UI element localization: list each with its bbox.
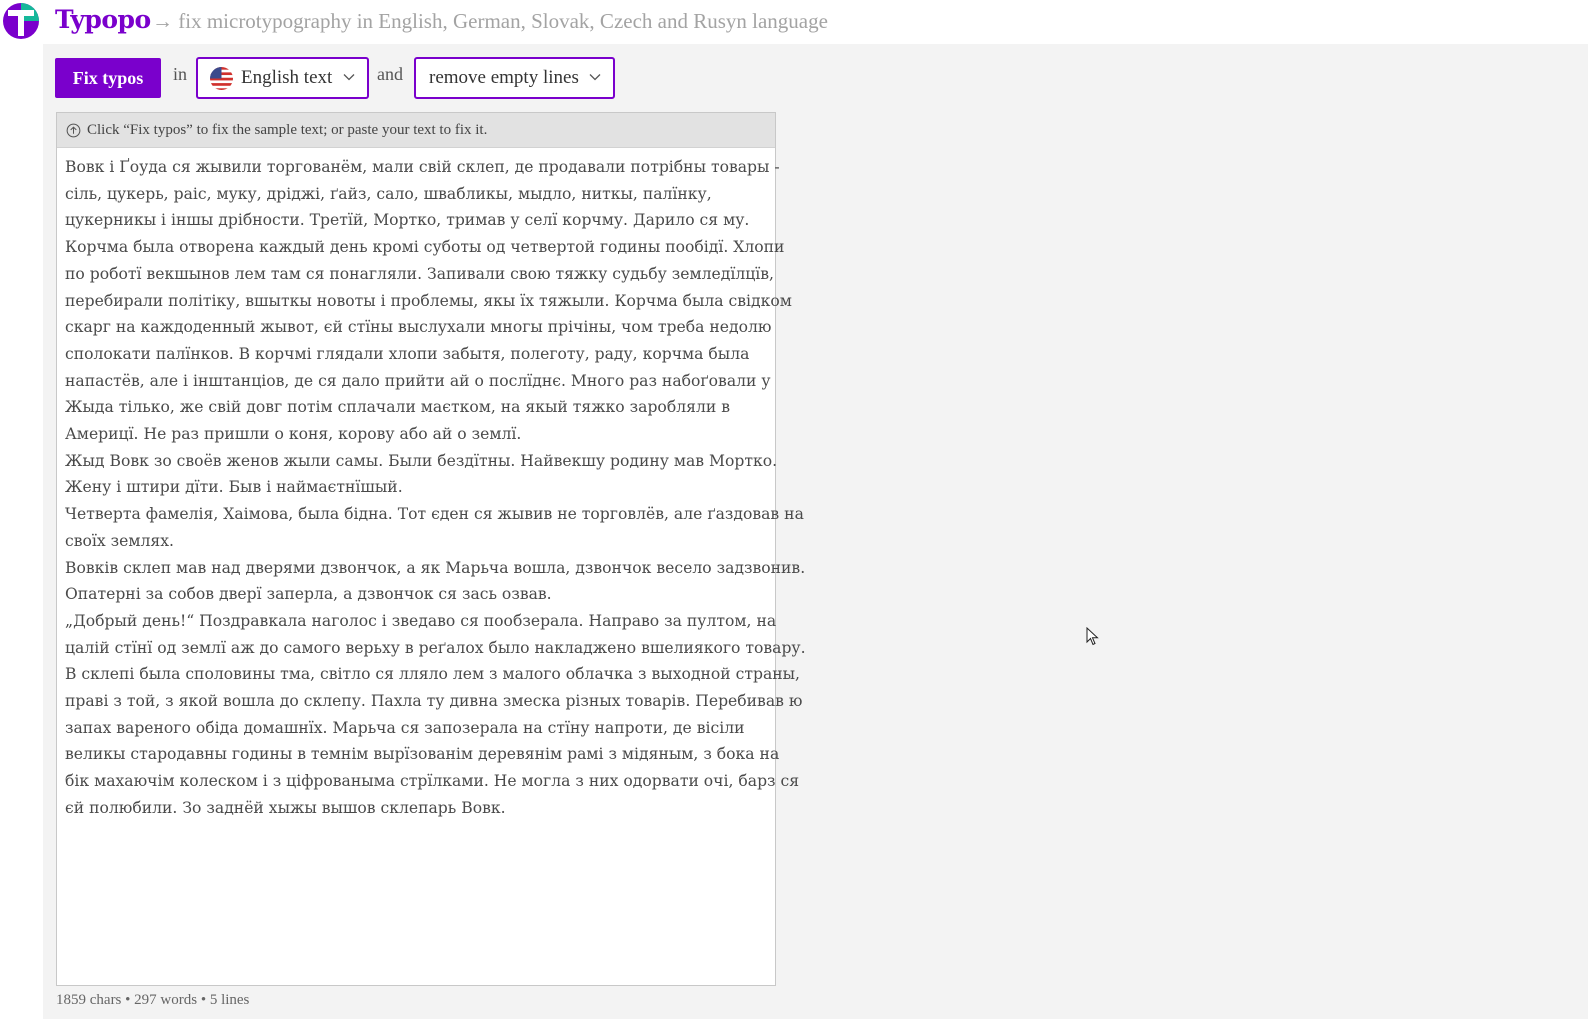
and-label: and (377, 64, 403, 84)
hint-text: Click “Fix typos” to fix the sample text… (87, 121, 488, 138)
editor-line: В склепі была споловины тма, світло ся л… (65, 665, 801, 684)
language-select-value: English text (241, 67, 333, 88)
editor-line: цалій стїнї од землї аж до самого верьху… (65, 638, 806, 657)
editor-line: праві з той, з якой вошла до склепу. Пах… (65, 692, 803, 711)
arrow-up-circle-icon (66, 123, 81, 137)
editor-line: скарг на каждоденный жывот, єй стїны выс… (65, 318, 772, 337)
language-select[interactable]: English text (196, 57, 369, 99)
editor-line: великы стародавны годины в темнім вырїзо… (65, 745, 780, 764)
editor-line: сполокати палїнков. В корчмі глядали хло… (65, 344, 750, 363)
mouse-cursor-icon (1086, 627, 1099, 646)
tagline: → fix microtypography in English, German… (152, 9, 828, 33)
text-editor[interactable]: Click “Fix typos” to fix the sample text… (56, 112, 806, 986)
chevron-down-icon (343, 74, 355, 81)
editor-line: Америцї. Не раз пришли о коня, корову аб… (65, 425, 522, 444)
editor-line: сіль, цукерь, раіс, муку, дріджі, ґайз, … (65, 184, 712, 203)
editor-line: Вовків склеп мав над дверями дзвончок, а… (65, 558, 806, 577)
editor-line: перебирали політіку, вшыткы новоты і про… (65, 291, 792, 310)
in-label: in (173, 64, 188, 84)
option-select-value: remove empty lines (429, 67, 579, 88)
text-stats: 1859 chars • 297 words • 5 lines (56, 992, 250, 1008)
option-select[interactable]: remove empty lines (414, 57, 615, 99)
main-panel: Fix typos in English text and remove emp… (43, 44, 1588, 1019)
editor-line: цукерникы і іншы дрібности. Третїй, Морт… (65, 211, 750, 230)
typopo-logo-icon[interactable] (2, 2, 40, 40)
us-flag-icon (210, 66, 233, 90)
brand-title[interactable]: Typopo (55, 5, 151, 34)
editor-line: своїх землях. (65, 531, 174, 550)
editor-line: Четверта фамелія, Хаімова, была бідна. Т… (65, 505, 804, 524)
editor-line: по роботї векшынов лем там ся понагляли.… (65, 264, 775, 283)
editor-line: Жыда тілько, же свій довг потім сплачали… (65, 398, 730, 417)
hint-bar: Click “Fix typos” to fix the sample text… (57, 113, 775, 148)
editor-line: Жыд Вовк зо своёв женов жыли самы. Были … (65, 451, 778, 470)
editor-line: бік махаючім колеском і з ціфрованыма ст… (65, 772, 800, 791)
editor-text[interactable]: Вовк і Ґоуда ся жывили торгованём, мали … (57, 148, 806, 822)
editor-line: „Добрый день!“ Поздравкала наголос і зве… (65, 611, 777, 630)
fix-typos-button[interactable]: Fix typos (55, 58, 161, 98)
app-header: Typopo → fix microtypography in English,… (0, 0, 1588, 44)
chevron-down-icon (589, 74, 601, 81)
editor-line: Жену і штири дїти. Быв і наймаєтнїшый. (65, 478, 403, 497)
editor-line: єй полюбили. Зо заднёй хыжы вышов склепа… (65, 798, 506, 817)
editor-line: напастёв, але і інштанціов, де ся дало п… (65, 371, 771, 390)
editor-line: Корчма была отворена каждый день кромі с… (65, 238, 785, 257)
editor-line: запах вареного обіда домашнїх. Марьча ся… (65, 718, 745, 737)
editor-line: Вовк і Ґоуда ся жывили торгованём, мали … (65, 158, 780, 176)
editor-line: Опатерні за собов дверї заперла, а дзвон… (65, 585, 552, 604)
